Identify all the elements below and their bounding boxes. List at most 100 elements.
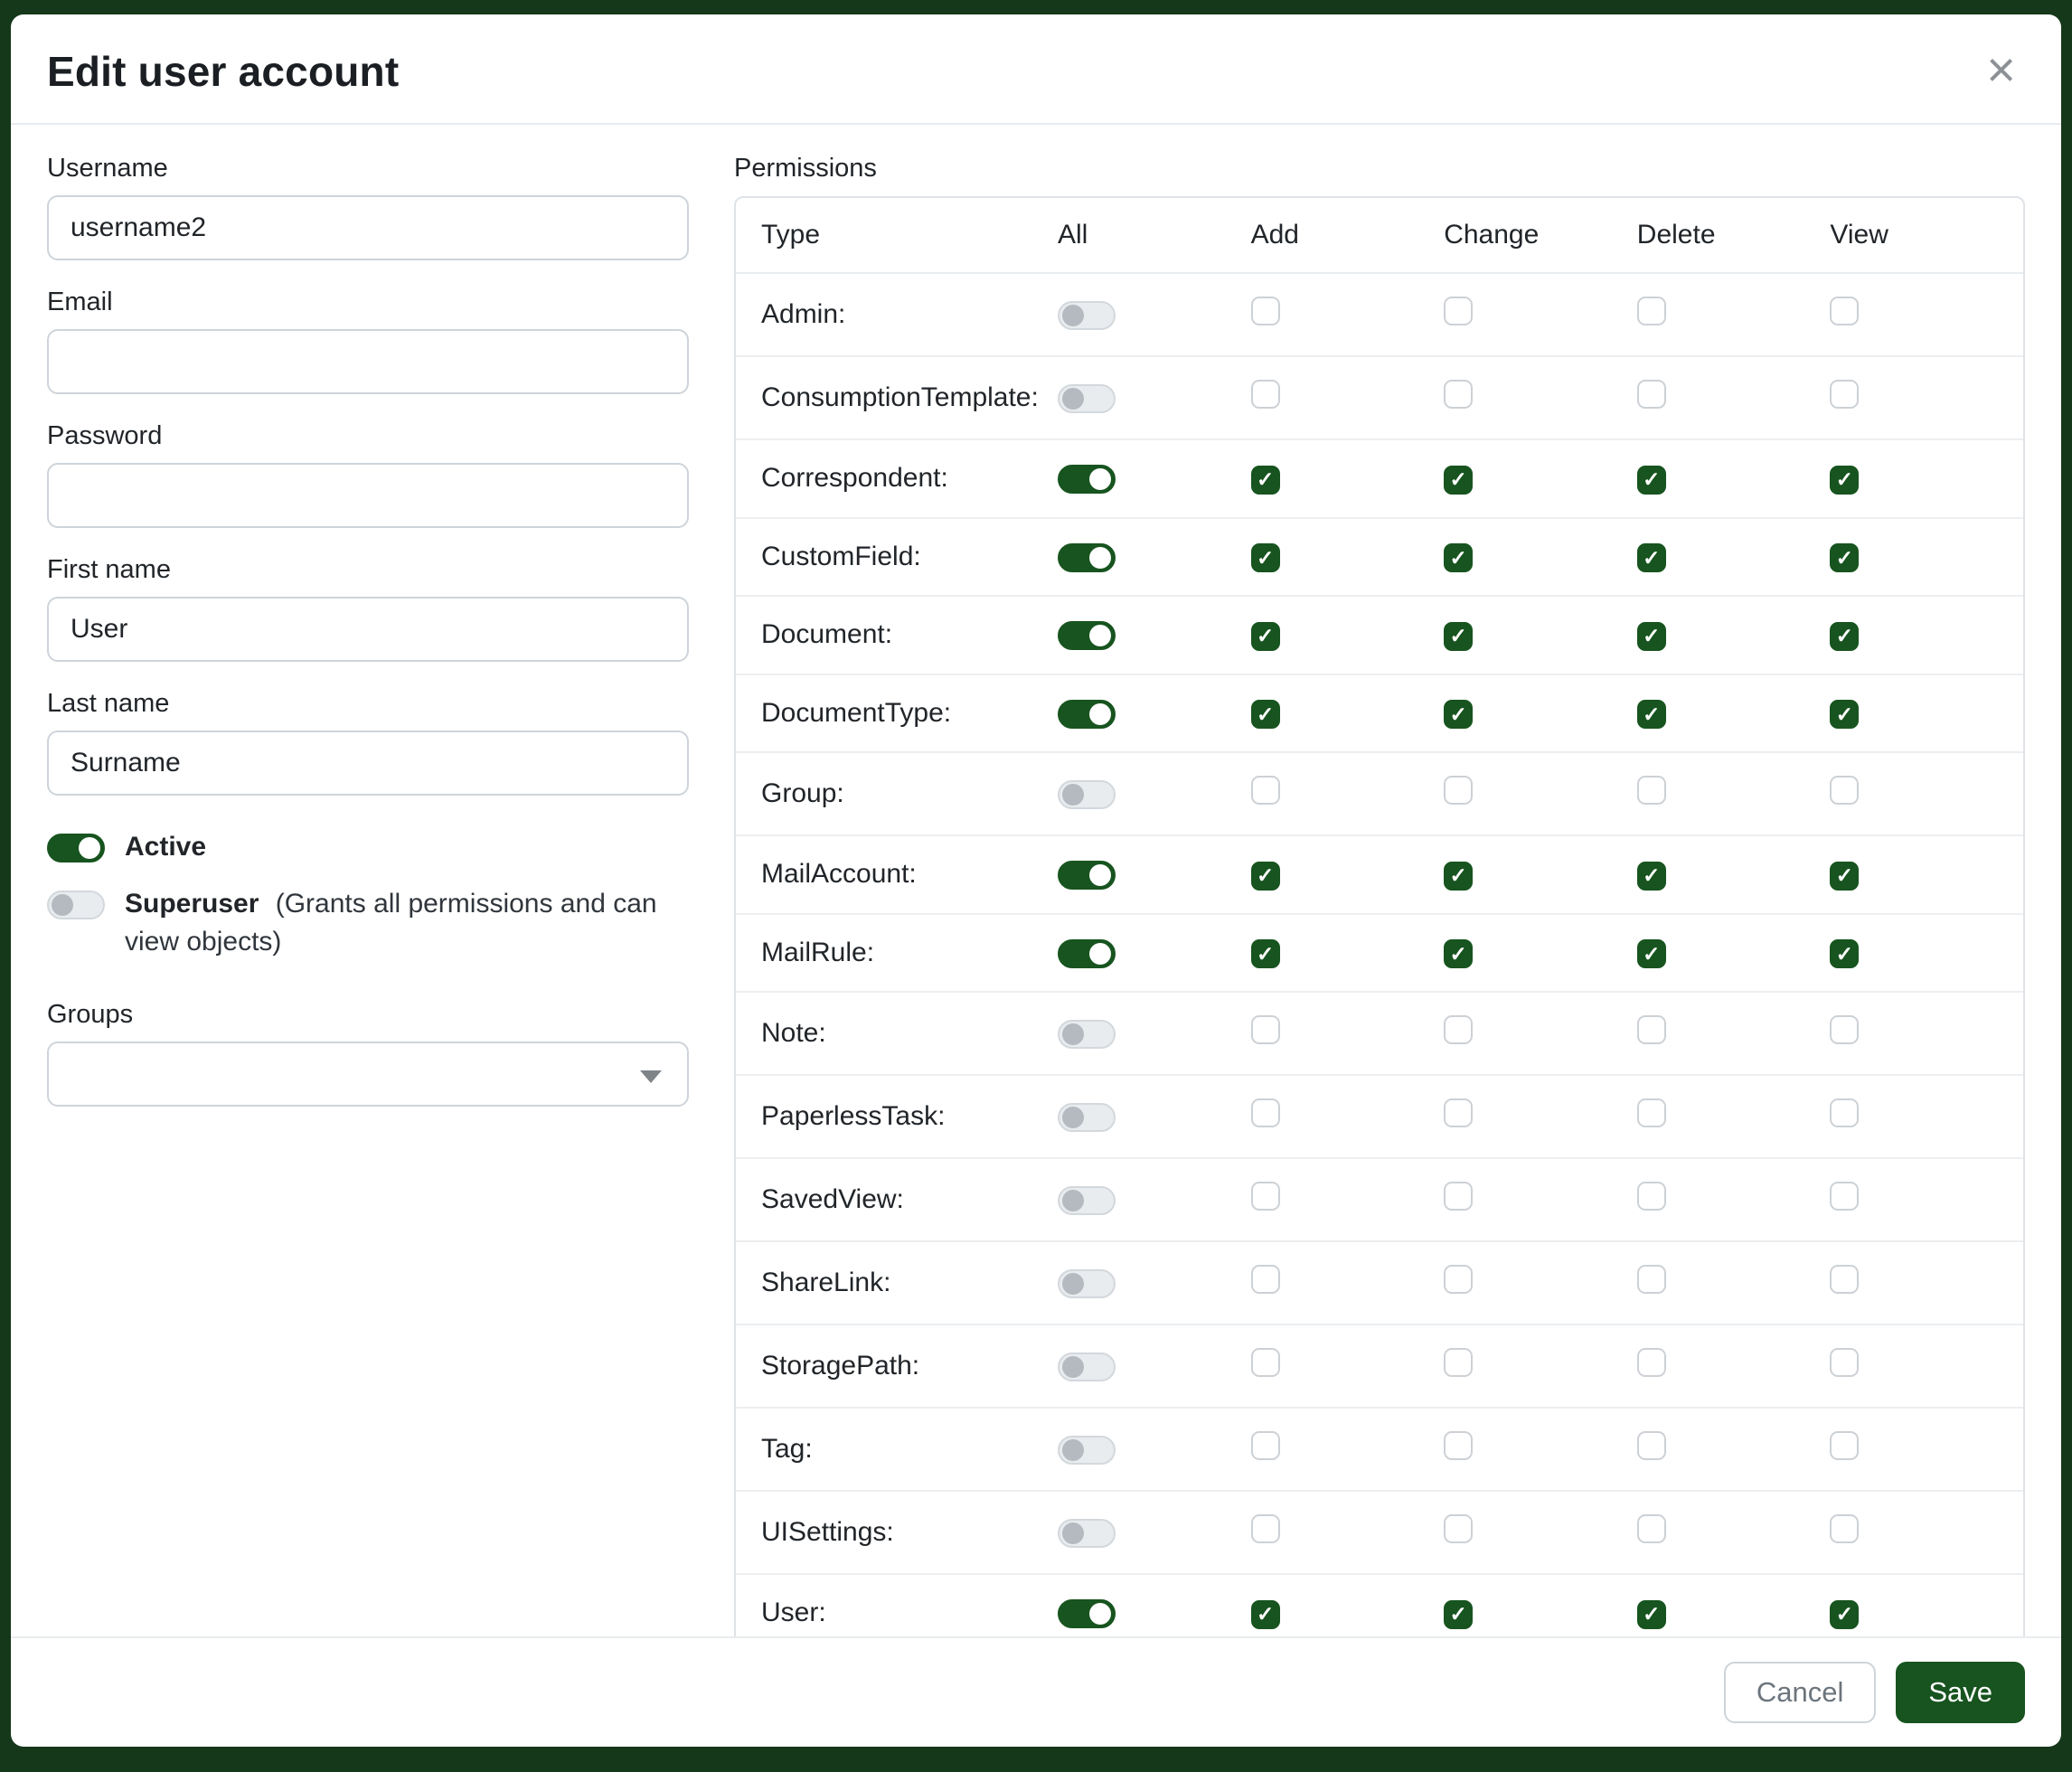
permission-delete-checkbox[interactable] xyxy=(1637,1015,1666,1044)
permission-add-checkbox[interactable] xyxy=(1251,1600,1280,1629)
permission-change-checkbox[interactable] xyxy=(1444,1431,1473,1460)
permission-change-checkbox[interactable] xyxy=(1444,622,1473,651)
permission-view-checkbox[interactable] xyxy=(1830,297,1859,325)
superuser-toggle[interactable] xyxy=(47,891,105,919)
permission-add-checkbox[interactable] xyxy=(1251,1431,1280,1460)
permission-delete-checkbox[interactable] xyxy=(1637,1182,1666,1211)
toggle-knob xyxy=(1062,1190,1084,1211)
permission-view-checkbox[interactable] xyxy=(1830,1265,1859,1294)
permission-view-checkbox[interactable] xyxy=(1830,466,1859,495)
permission-add-checkbox[interactable] xyxy=(1251,1265,1280,1294)
close-icon[interactable]: × xyxy=(1981,47,2021,92)
save-button[interactable]: Save xyxy=(1896,1662,2025,1723)
permission-change-checkbox[interactable] xyxy=(1444,776,1473,805)
permission-add-checkbox[interactable] xyxy=(1251,622,1280,651)
permission-type-label: MailRule: xyxy=(736,914,1058,993)
permission-all-toggle[interactable] xyxy=(1058,1599,1116,1628)
permission-add-checkbox[interactable] xyxy=(1251,939,1280,968)
permission-view-checkbox[interactable] xyxy=(1830,939,1859,968)
permission-add-checkbox[interactable] xyxy=(1251,700,1280,729)
permission-add-checkbox[interactable] xyxy=(1251,543,1280,572)
permission-delete-checkbox[interactable] xyxy=(1637,862,1666,891)
permission-delete-checkbox[interactable] xyxy=(1637,1600,1666,1629)
first-name-field[interactable] xyxy=(47,597,689,662)
permission-add-checkbox[interactable] xyxy=(1251,776,1280,805)
permission-view-checkbox[interactable] xyxy=(1830,622,1859,651)
permission-view-checkbox[interactable] xyxy=(1830,862,1859,891)
permission-change-checkbox[interactable] xyxy=(1444,1600,1473,1629)
active-toggle[interactable] xyxy=(47,834,105,862)
permission-view-checkbox[interactable] xyxy=(1830,1098,1859,1127)
permission-type-label: ShareLink: xyxy=(736,1241,1058,1324)
permission-add-checkbox[interactable] xyxy=(1251,1098,1280,1127)
permission-all-toggle[interactable] xyxy=(1058,939,1116,968)
last-name-field[interactable] xyxy=(47,730,689,796)
permission-add-checkbox[interactable] xyxy=(1251,1015,1280,1044)
permission-view-checkbox[interactable] xyxy=(1830,776,1859,805)
permission-change-checkbox[interactable] xyxy=(1444,1265,1473,1294)
permission-all-toggle[interactable] xyxy=(1058,1519,1116,1548)
permission-add-checkbox[interactable] xyxy=(1251,1348,1280,1377)
permission-delete-checkbox[interactable] xyxy=(1637,1348,1666,1377)
permission-delete-checkbox[interactable] xyxy=(1637,939,1666,968)
permission-all-toggle[interactable] xyxy=(1058,1186,1116,1215)
permission-add-checkbox[interactable] xyxy=(1251,1514,1280,1543)
permission-view-checkbox[interactable] xyxy=(1830,1348,1859,1377)
permission-all-toggle[interactable] xyxy=(1058,1269,1116,1298)
permission-all-toggle[interactable] xyxy=(1058,700,1116,729)
password-label: Password xyxy=(47,421,689,451)
permission-view-checkbox[interactable] xyxy=(1830,1431,1859,1460)
permission-change-checkbox[interactable] xyxy=(1444,1348,1473,1377)
permission-change-checkbox[interactable] xyxy=(1444,939,1473,968)
permission-add-checkbox[interactable] xyxy=(1251,380,1280,409)
permission-all-toggle[interactable] xyxy=(1058,465,1116,494)
permission-change-checkbox[interactable] xyxy=(1444,1514,1473,1543)
permission-all-toggle[interactable] xyxy=(1058,1436,1116,1465)
username-field[interactable] xyxy=(47,195,689,260)
permission-delete-checkbox[interactable] xyxy=(1637,380,1666,409)
permission-delete-checkbox[interactable] xyxy=(1637,1265,1666,1294)
permission-view-checkbox[interactable] xyxy=(1830,1182,1859,1211)
permission-change-checkbox[interactable] xyxy=(1444,862,1473,891)
permission-change-checkbox[interactable] xyxy=(1444,380,1473,409)
permission-delete-checkbox[interactable] xyxy=(1637,1098,1666,1127)
permission-delete-checkbox[interactable] xyxy=(1637,543,1666,572)
permission-delete-checkbox[interactable] xyxy=(1637,297,1666,325)
permission-view-checkbox[interactable] xyxy=(1830,1514,1859,1543)
permission-all-toggle[interactable] xyxy=(1058,861,1116,890)
permission-view-checkbox[interactable] xyxy=(1830,543,1859,572)
permission-view-checkbox[interactable] xyxy=(1830,700,1859,729)
permission-change-checkbox[interactable] xyxy=(1444,543,1473,572)
permission-delete-checkbox[interactable] xyxy=(1637,776,1666,805)
permission-all-toggle[interactable] xyxy=(1058,1353,1116,1381)
password-field[interactable] xyxy=(47,463,689,528)
permission-change-checkbox[interactable] xyxy=(1444,466,1473,495)
permission-all-toggle[interactable] xyxy=(1058,1020,1116,1049)
groups-select[interactable] xyxy=(47,1042,689,1107)
permission-view-checkbox[interactable] xyxy=(1830,1015,1859,1044)
permission-change-checkbox[interactable] xyxy=(1444,297,1473,325)
permission-delete-checkbox[interactable] xyxy=(1637,700,1666,729)
permission-delete-checkbox[interactable] xyxy=(1637,1514,1666,1543)
permission-view-checkbox[interactable] xyxy=(1830,380,1859,409)
permission-change-checkbox[interactable] xyxy=(1444,700,1473,729)
permission-change-checkbox[interactable] xyxy=(1444,1182,1473,1211)
permission-delete-checkbox[interactable] xyxy=(1637,1431,1666,1460)
permission-all-toggle[interactable] xyxy=(1058,384,1116,413)
permission-all-toggle[interactable] xyxy=(1058,1103,1116,1132)
permission-delete-checkbox[interactable] xyxy=(1637,466,1666,495)
permission-add-checkbox[interactable] xyxy=(1251,1182,1280,1211)
permission-add-checkbox[interactable] xyxy=(1251,297,1280,325)
permission-all-toggle[interactable] xyxy=(1058,543,1116,572)
permission-change-checkbox[interactable] xyxy=(1444,1015,1473,1044)
permission-change-checkbox[interactable] xyxy=(1444,1098,1473,1127)
permission-view-checkbox[interactable] xyxy=(1830,1600,1859,1629)
email-field[interactable] xyxy=(47,329,689,394)
permission-add-checkbox[interactable] xyxy=(1251,466,1280,495)
permission-all-toggle[interactable] xyxy=(1058,301,1116,330)
permission-all-toggle[interactable] xyxy=(1058,621,1116,650)
cancel-button[interactable]: Cancel xyxy=(1724,1662,1877,1723)
permission-delete-checkbox[interactable] xyxy=(1637,622,1666,651)
permission-add-checkbox[interactable] xyxy=(1251,862,1280,891)
permission-all-toggle[interactable] xyxy=(1058,780,1116,809)
